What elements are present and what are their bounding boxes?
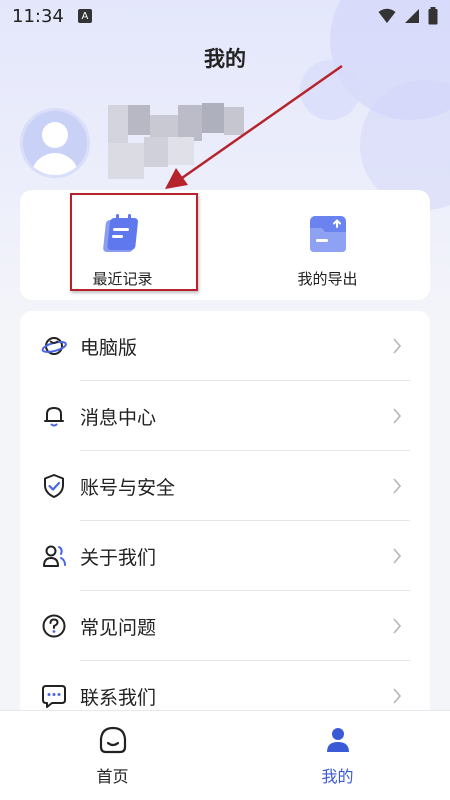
my-exports-button[interactable]: 我的导出 (225, 190, 430, 300)
wifi-icon (378, 8, 396, 23)
bell-icon (40, 402, 68, 430)
chevron-right-icon (393, 408, 402, 424)
quick-label-export: 我的导出 (297, 270, 358, 288)
bottom-tab-bar: 首页 我的 (0, 710, 450, 800)
annotation-highlight-box (70, 193, 198, 291)
chevron-right-icon (393, 688, 402, 704)
menu-label: 关于我们 (80, 546, 157, 569)
menu-item-messages[interactable]: 消息中心 (20, 381, 430, 451)
avatar-head (42, 122, 68, 148)
chevron-right-icon (393, 548, 402, 564)
avatar-body (31, 153, 79, 175)
user-icon (326, 728, 349, 752)
menu-label: 账号与安全 (80, 476, 176, 499)
tab-mine[interactable]: 我的 (225, 711, 450, 800)
tab-label: 我的 (321, 767, 354, 786)
menu-item-desktop[interactable]: 电脑版 (20, 311, 430, 381)
menu-label: 电脑版 (80, 336, 138, 359)
username-blurred (108, 103, 248, 183)
avatar[interactable] (20, 108, 90, 178)
battery-icon (428, 7, 438, 25)
question-icon (40, 612, 68, 640)
status-time: 11:34 (12, 5, 64, 27)
chat-icon (40, 682, 68, 710)
tab-home[interactable]: 首页 (0, 711, 225, 800)
planet-icon (40, 332, 68, 360)
status-bar: 11:34 A (0, 0, 450, 32)
shield-check-icon (40, 472, 68, 500)
menu-label: 常见问题 (80, 616, 157, 639)
menu-label: 联系我们 (80, 686, 157, 709)
profile-section[interactable] (20, 103, 248, 183)
menu-item-about-us[interactable]: 关于我们 (20, 521, 430, 591)
chevron-right-icon (393, 618, 402, 634)
export-folder-icon (309, 216, 346, 252)
notification-a-icon: A (77, 9, 92, 23)
people-icon (40, 542, 68, 570)
signal-icon (405, 9, 419, 23)
chevron-right-icon (393, 338, 402, 354)
menu-label: 消息中心 (80, 406, 157, 429)
chevron-right-icon (393, 478, 402, 494)
menu-card: 电脑版 消息中心 账号与安全 关于我们 常见问题 联系我们 (20, 311, 430, 731)
menu-item-account-security[interactable]: 账号与安全 (20, 451, 430, 521)
menu-item-faq[interactable]: 常见问题 (20, 591, 430, 661)
page-title: 我的 (204, 47, 246, 71)
tab-label: 首页 (96, 767, 129, 786)
home-face-icon (99, 726, 126, 754)
